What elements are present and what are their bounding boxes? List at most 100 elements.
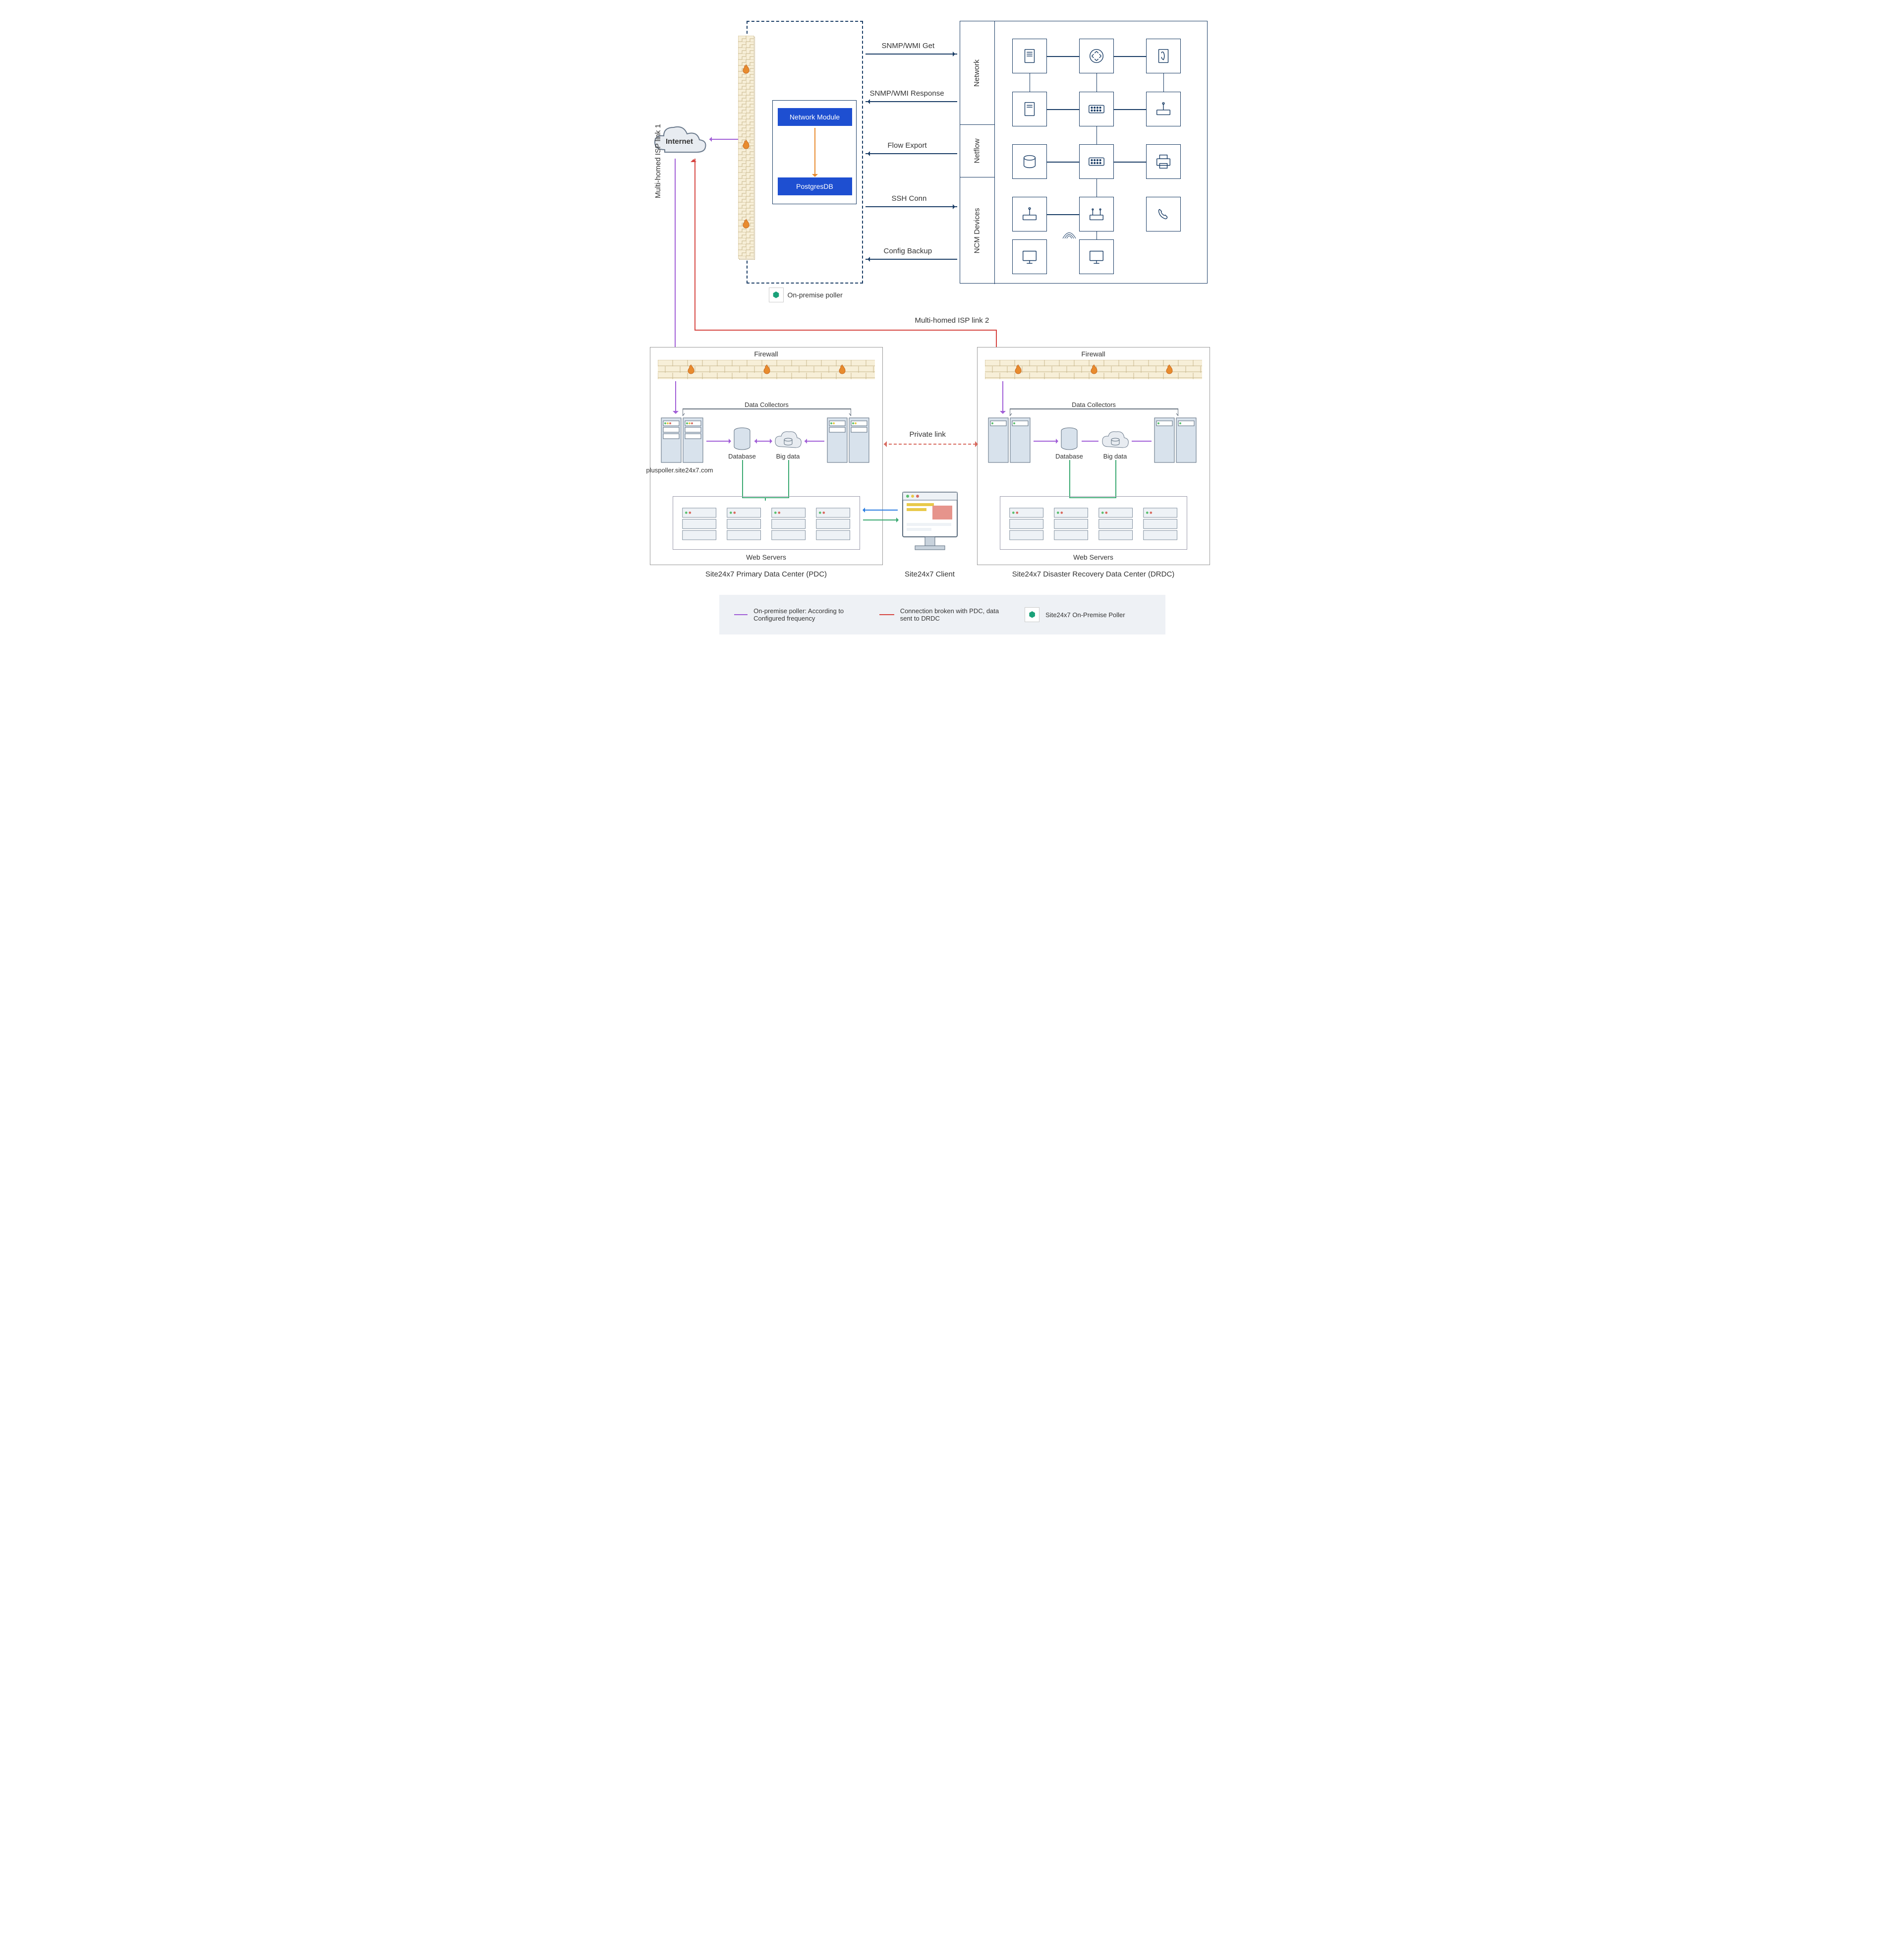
link <box>1115 460 1116 497</box>
link <box>754 441 771 442</box>
arrowhead-up-red <box>691 156 696 162</box>
switch-icon <box>1079 144 1114 179</box>
link <box>706 441 730 442</box>
database-icon <box>732 427 752 452</box>
modem-icon <box>1012 197 1047 231</box>
link <box>1082 441 1098 442</box>
database-icon <box>1059 427 1079 452</box>
drdc-caption: Site24x7 Disaster Recovery Data Center (… <box>987 570 1200 578</box>
flow-ssh: SSH Conn <box>892 194 927 203</box>
monitor-icon <box>1012 239 1047 274</box>
network-module-box: Network Module <box>778 108 852 126</box>
device-cluster-box: Network Netflow NCM Devices <box>960 21 1208 284</box>
arrow-snmp-get <box>865 54 957 55</box>
client-to-pdc-blue <box>863 510 898 511</box>
arrow-config <box>865 259 957 260</box>
arrow-snmp-resp <box>865 101 957 102</box>
private-link-line <box>884 444 976 445</box>
arrowhead-down <box>1000 411 1006 417</box>
postgres-db-box: PostgresDB <box>778 177 852 195</box>
arrow-fw-to-server <box>1002 381 1003 412</box>
collectors-bracket <box>683 407 851 417</box>
web-servers-box <box>673 496 860 550</box>
web-servers-label: Web Servers <box>978 553 1210 561</box>
client-caption: Site24x7 Client <box>898 570 962 578</box>
firewall-label: Firewall <box>978 350 1210 358</box>
mini-server-icon <box>1142 504 1179 543</box>
fire-icon <box>685 364 697 376</box>
poller-tag: ⬢ On-premise poller <box>769 288 843 302</box>
arrowhead-down <box>812 174 818 180</box>
fire-icon <box>1012 364 1024 376</box>
mini-server-icon <box>1008 504 1045 543</box>
flow-config: Config Backup <box>884 247 932 255</box>
mini-server-icon <box>814 504 852 543</box>
arrow-module-to-db <box>814 128 815 175</box>
legend-text: On-premise poller: According to Configur… <box>753 607 860 622</box>
phone-directory-icon <box>1146 39 1181 73</box>
pdc-box: Firewall Data Collectors Database Big da… <box>650 347 883 565</box>
fire-icon <box>836 364 848 376</box>
ah <box>752 439 757 444</box>
mini-server-icon <box>770 504 807 543</box>
legend-item-red: Connection broken with PDC, data sent to… <box>879 607 1005 622</box>
firewall-label: Firewall <box>650 350 882 358</box>
ah <box>1056 439 1061 444</box>
legend-item-purple: On-premise poller: According to Configur… <box>734 607 860 622</box>
on-premise-poller-box: /* bricks drawn below via plain spans */… <box>747 21 863 284</box>
phone-icon <box>1146 197 1181 231</box>
server-rack-icon <box>826 417 871 464</box>
cube-icon: ⬢ <box>1025 607 1039 622</box>
legend-line-purple <box>734 614 748 615</box>
private-link-label: Private link <box>910 430 946 439</box>
drdc-box: Firewall Data Collectors Database Big da… <box>977 347 1210 565</box>
bigdata-label: Big data <box>771 453 806 460</box>
isp-link2-v <box>694 159 695 330</box>
collectors-bracket <box>1010 407 1178 417</box>
bigdata-icon <box>1100 427 1130 452</box>
arrowhead-right <box>975 441 981 447</box>
arrow-fw-to-server <box>675 381 676 412</box>
arrowhead-left <box>881 441 887 447</box>
link <box>742 460 743 497</box>
router-icon <box>1079 39 1114 73</box>
client-to-pdc-green <box>863 519 898 520</box>
flow-snmp-get: SNMP/WMI Get <box>882 42 935 50</box>
ah <box>729 439 734 444</box>
arrow-ssh <box>865 206 957 207</box>
link <box>805 441 824 442</box>
cat-netflow: Netflow <box>960 124 995 177</box>
switch-icon <box>1079 92 1114 126</box>
ah <box>770 439 775 444</box>
web-servers-label: Web Servers <box>650 553 882 561</box>
mini-server-icon <box>1097 504 1134 543</box>
fire-icon <box>740 139 752 151</box>
ah <box>802 439 807 444</box>
monitor-icon <box>1079 239 1114 274</box>
pdc-caption: Site24x7 Primary Data Center (PDC) <box>675 570 858 578</box>
web-servers-box <box>1000 496 1187 550</box>
wifi-waves-icon <box>1062 230 1077 239</box>
modem-icon <box>1146 92 1181 126</box>
device-grid <box>1002 31 1197 273</box>
ah <box>860 508 865 513</box>
fire-icon <box>740 218 752 230</box>
fire-icon <box>740 63 752 75</box>
poller-url-label: pluspoller.site24x7.com <box>646 466 731 474</box>
arrowhead-down <box>673 411 679 417</box>
fire-icon <box>1088 364 1100 376</box>
firewall-horizontal <box>658 360 875 380</box>
wireless-ap-icon <box>1079 197 1114 231</box>
link <box>788 460 789 497</box>
db-label: Database <box>1051 453 1088 460</box>
category-column: Network Netflow NCM Devices <box>960 21 995 283</box>
isp-link1-label: Multi-homed ISP link 1 <box>654 124 662 198</box>
legend-item-cube: ⬢ Site24x7 On-Premise Poller <box>1025 607 1150 622</box>
mini-server-icon <box>681 504 718 543</box>
bigdata-icon <box>773 427 803 452</box>
fire-icon <box>761 364 773 376</box>
poller-tag-label: On-premise poller <box>788 291 843 299</box>
legend: On-premise poller: According to Configur… <box>719 595 1165 634</box>
server-rack-icon <box>1154 417 1198 464</box>
legend-text: Site24x7 On-Premise Poller <box>1045 611 1125 619</box>
